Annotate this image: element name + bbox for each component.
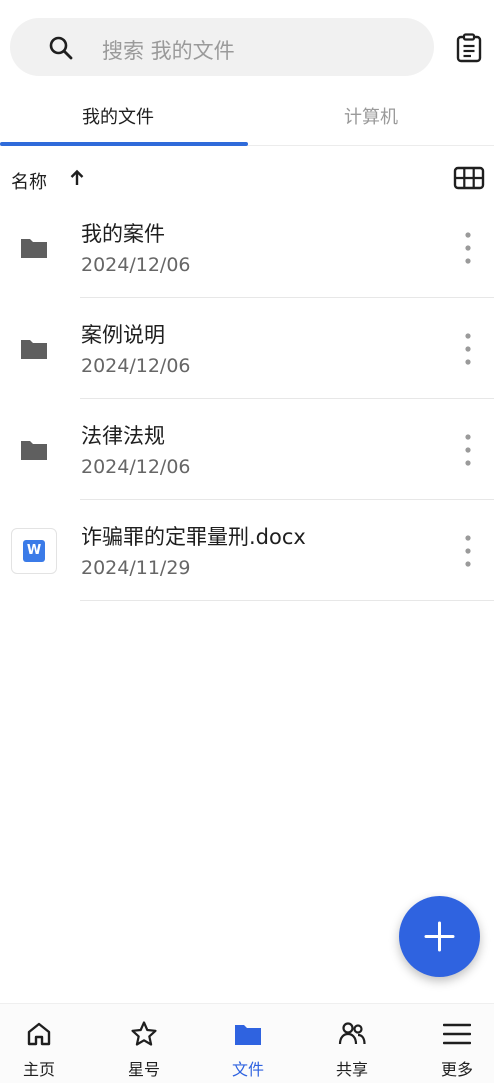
file-name: 法律法规: [81, 424, 165, 448]
folder-icon: [18, 434, 50, 466]
grid-view-button[interactable]: [453, 166, 485, 190]
word-badge-letter: W: [23, 540, 45, 562]
search-bar[interactable]: 搜索 我的文件: [10, 18, 434, 76]
clipboard-button[interactable]: [455, 33, 483, 63]
tab-indicator: [0, 142, 248, 146]
nav-label: 共享: [335, 1060, 368, 1079]
nav-home[interactable]: 主页: [0, 1004, 88, 1083]
grid-icon: [453, 166, 485, 190]
bottom-nav: 主页 星号 文件 共享 更多: [0, 1003, 494, 1083]
file-date: 2024/12/06: [81, 456, 191, 478]
list-item[interactable]: W 诈骗罪的定罪量刑.docx 2024/11/29: [0, 501, 494, 601]
tab-my-files[interactable]: 我的文件: [82, 103, 154, 129]
nav-shared[interactable]: 共享: [303, 1004, 401, 1083]
add-button[interactable]: [399, 896, 480, 977]
file-name: 诈骗罪的定罪量刑.docx: [81, 525, 306, 549]
word-document-icon: W: [11, 528, 57, 574]
list-item[interactable]: 我的案件 2024/12/06: [0, 198, 494, 298]
sort-by-name-button[interactable]: 名称: [11, 168, 47, 194]
list-item[interactable]: 案例说明 2024/12/06: [0, 299, 494, 399]
row-divider: [80, 499, 494, 500]
file-name: 我的案件: [81, 222, 165, 246]
nav-label: 星号: [127, 1060, 160, 1079]
list-item[interactable]: 法律法规 2024/12/06: [0, 400, 494, 500]
star-icon: [131, 1021, 157, 1046]
search-input[interactable]: 搜索 我的文件: [102, 35, 235, 65]
file-date: 2024/12/06: [81, 355, 191, 377]
file-date: 2024/11/29: [81, 557, 191, 579]
nav-label: 文件: [231, 1060, 264, 1079]
nav-label: 更多: [440, 1060, 473, 1079]
nav-label: 主页: [22, 1060, 55, 1079]
more-options-icon[interactable]: [456, 329, 480, 369]
folder-icon: [18, 232, 50, 264]
row-divider: [80, 398, 494, 399]
arrow-up-icon[interactable]: [67, 168, 87, 188]
file-name: 案例说明: [81, 323, 165, 347]
nav-starred[interactable]: 星号: [95, 1004, 193, 1083]
more-options-icon[interactable]: [456, 228, 480, 268]
tab-computer[interactable]: 计算机: [344, 103, 398, 129]
more-options-icon[interactable]: [456, 430, 480, 470]
row-divider: [80, 600, 494, 601]
file-date: 2024/12/06: [81, 254, 191, 276]
clipboard-icon: [456, 33, 482, 63]
nav-files[interactable]: 文件: [199, 1004, 297, 1083]
search-icon: [48, 35, 74, 61]
people-icon: [338, 1022, 366, 1045]
more-options-icon[interactable]: [456, 531, 480, 571]
folder-icon: [18, 333, 50, 365]
menu-icon: [443, 1023, 471, 1045]
folder-icon: [235, 1025, 261, 1045]
nav-more[interactable]: 更多: [408, 1004, 494, 1083]
home-icon: [27, 1022, 51, 1046]
row-divider: [80, 297, 494, 298]
plus-icon: [424, 921, 455, 952]
